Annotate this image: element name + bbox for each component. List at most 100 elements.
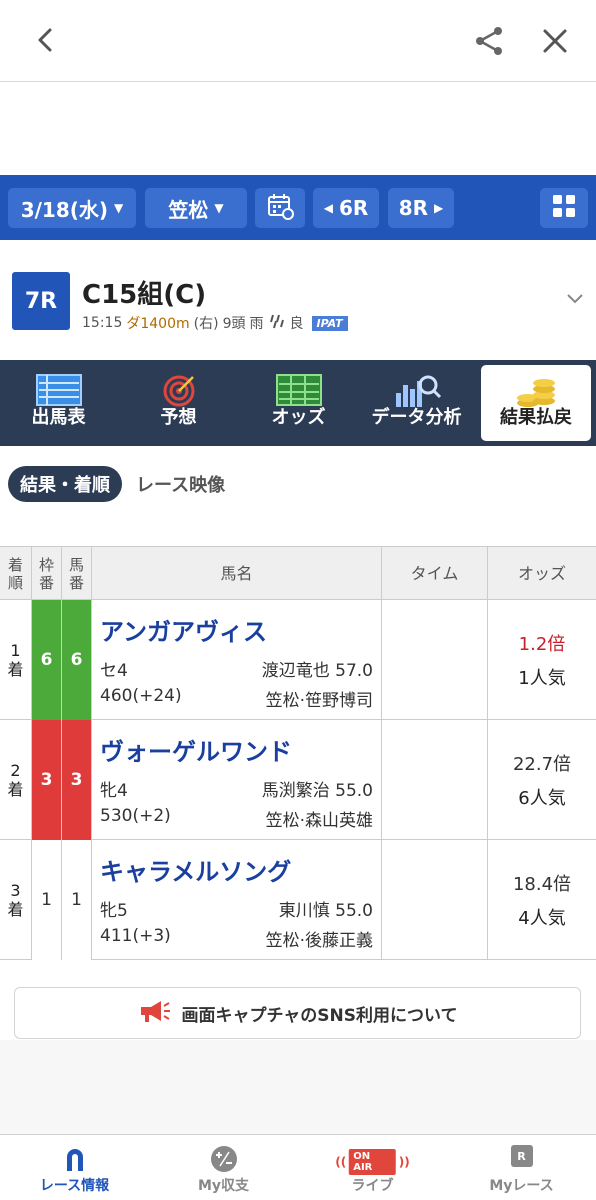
- odds-value: 1.2倍: [518, 634, 566, 655]
- sns-notice-button[interactable]: 画面キャプチャのSNS利用について: [14, 987, 581, 1039]
- calendar-button[interactable]: [255, 188, 305, 228]
- sex-age: 牝5: [100, 901, 128, 921]
- race-direction: (右): [193, 316, 219, 332]
- plus-minus-icon: [210, 1145, 238, 1177]
- table-row[interactable]: 3着 1 1 キャラメルソング 牝5 東川慎 55.0 411(+3) 笠松·後…: [0, 840, 596, 960]
- dropdown-triangle-icon: ▼: [114, 201, 124, 215]
- odds-value: 22.7倍: [512, 754, 572, 775]
- bottom-nav-label: My収支: [197, 1178, 250, 1194]
- rain-icon: [268, 312, 286, 334]
- horseshoe-icon: [62, 1145, 88, 1177]
- next-race-label: 8R: [398, 196, 429, 220]
- header-position: 着順: [0, 547, 32, 601]
- ipat-badge: IPAT: [311, 315, 348, 331]
- horse-name[interactable]: アンガアヴィス: [100, 612, 267, 647]
- body-weight: 460(+24): [100, 686, 182, 706]
- horse-name[interactable]: ヴォーゲルワンド: [100, 732, 292, 767]
- bottom-nav-live[interactable]: (( ON AIR )) ライブ: [298, 1135, 447, 1200]
- odds-cell: 18.4倍 4人気: [488, 840, 596, 960]
- jockey-weight: 馬渕繁治 55.0: [261, 781, 373, 801]
- finish-time: [382, 600, 488, 720]
- race-runners: 9頭: [222, 316, 246, 332]
- next-race-button[interactable]: 8R ▶: [388, 188, 454, 228]
- date-label: 3/18(水): [20, 197, 109, 222]
- body-weight: 411(+3): [100, 926, 171, 946]
- odds-value: 18.4倍: [512, 874, 572, 895]
- bottom-nav-race-info[interactable]: レース情報: [0, 1135, 149, 1200]
- previous-race-label: 6R: [338, 196, 369, 220]
- date-selector-button[interactable]: 3/18(水) ▼: [8, 188, 136, 228]
- trainer: 笠松·森山英雄: [265, 811, 373, 831]
- finish-position: 3着: [0, 840, 32, 960]
- tab-race-card[interactable]: 出馬表: [2, 365, 115, 441]
- coins-icon: [514, 373, 558, 416]
- header-horse-number: 馬番: [62, 547, 92, 601]
- result-subtabs: 結果・着順 レース映像: [8, 466, 225, 502]
- bottom-nav-label: ライブ: [351, 1178, 394, 1194]
- header-horse-name: 馬名: [92, 547, 382, 601]
- race-course: ダ1400m: [126, 316, 190, 332]
- content-filler: [0, 1040, 596, 1134]
- table-row[interactable]: 1着 6 6 アンガアヴィス セ4 渡辺竜也 57.0 460(+24) 笠松·…: [0, 600, 596, 720]
- bottom-nav-my-race[interactable]: R Myレース: [447, 1135, 596, 1200]
- race-list-grid-button[interactable]: [540, 188, 588, 228]
- trainer: 笠松·笹野博司: [265, 691, 373, 711]
- jockey-weight: 渡辺竜也 57.0: [261, 661, 373, 681]
- subtab-race-video[interactable]: レース映像: [136, 471, 225, 497]
- race-category-tabs: 出馬表 予想 オッズ データ分析 結果払戻: [0, 360, 596, 446]
- horse-name[interactable]: キャラメルソング: [100, 852, 291, 887]
- waku-number: 6: [32, 600, 62, 720]
- jockey-weight: 東川慎 55.0: [278, 901, 373, 921]
- my-race-icon: R: [510, 1145, 533, 1167]
- app-top-bar: [0, 0, 596, 82]
- horse-number: 1: [62, 840, 92, 960]
- finish-position: 1着: [0, 600, 32, 720]
- odds-cell: 1.2倍 1人気: [488, 600, 596, 720]
- back-arrow-icon[interactable]: [28, 22, 64, 58]
- header-odds: オッズ: [517, 564, 566, 584]
- share-icon[interactable]: [470, 22, 508, 60]
- body-weight: 530(+2): [100, 806, 171, 826]
- popularity: 4人気: [518, 908, 566, 929]
- race-header[interactable]: 7R C15組(C) 15:15 ダ1400m (右) 9頭 雨 良 IPAT: [0, 240, 596, 360]
- chevron-down-icon[interactable]: [565, 288, 585, 312]
- finish-time: [382, 720, 488, 840]
- sex-age: 牝4: [100, 781, 128, 801]
- bottom-nav-my-balance[interactable]: My収支: [149, 1135, 298, 1200]
- popularity: 6人気: [518, 788, 566, 809]
- header-waku: 枠番: [32, 547, 62, 601]
- horse-info: アンガアヴィス セ4 渡辺竜也 57.0 460(+24) 笠松·笹野博司: [92, 600, 382, 720]
- tab-data-analysis[interactable]: データ分析: [360, 365, 473, 441]
- odds-board-icon: [275, 373, 323, 412]
- race-number-badge: 7R: [12, 272, 70, 330]
- header-time: タイム: [382, 547, 488, 601]
- table-row[interactable]: 2着 3 3 ヴォーゲルワンド 牝4 馬渕繁治 55.0 530(+2) 笠松·…: [0, 720, 596, 840]
- venue-selector-button[interactable]: 笠松 ▼: [145, 188, 247, 228]
- waku-number: 1: [32, 840, 62, 960]
- race-meta: 15:15 ダ1400m (右) 9頭 雨 良 IPAT: [82, 312, 348, 334]
- horse-number: 6: [62, 600, 92, 720]
- target-icon: [161, 373, 197, 414]
- odds-cell: 22.7倍 6人気: [488, 720, 596, 840]
- bottom-nav-label: Myレース: [489, 1178, 554, 1194]
- megaphone-icon: [137, 998, 171, 1029]
- horse-number: 3: [62, 720, 92, 840]
- tab-odds[interactable]: オッズ: [242, 365, 355, 441]
- race-weather: 雨: [249, 316, 264, 332]
- bottom-nav-label: レース情報: [39, 1178, 110, 1194]
- triangle-left-icon: ◀: [323, 201, 333, 215]
- trainer: 笠松·後藤正義: [265, 931, 373, 951]
- previous-race-button[interactable]: ◀ 6R: [313, 188, 379, 228]
- subtab-results-order[interactable]: 結果・着順: [8, 466, 122, 502]
- grid-icon: [552, 194, 576, 223]
- tab-results-payouts[interactable]: 結果払戻: [481, 365, 591, 441]
- table-header: 着順 枠番 馬番 馬名 タイム オッズ: [0, 546, 596, 601]
- race-navigation-bar: 3/18(水) ▼ 笠松 ▼ ◀ 6R 8R ▶: [0, 175, 596, 240]
- dropdown-triangle-icon: ▼: [214, 201, 224, 215]
- waku-number: 3: [32, 720, 62, 840]
- finish-time: [382, 840, 488, 960]
- close-icon[interactable]: [536, 22, 574, 60]
- tab-prediction[interactable]: 予想: [122, 365, 235, 441]
- popularity: 1人気: [518, 668, 566, 689]
- track-condition: 良: [289, 316, 304, 332]
